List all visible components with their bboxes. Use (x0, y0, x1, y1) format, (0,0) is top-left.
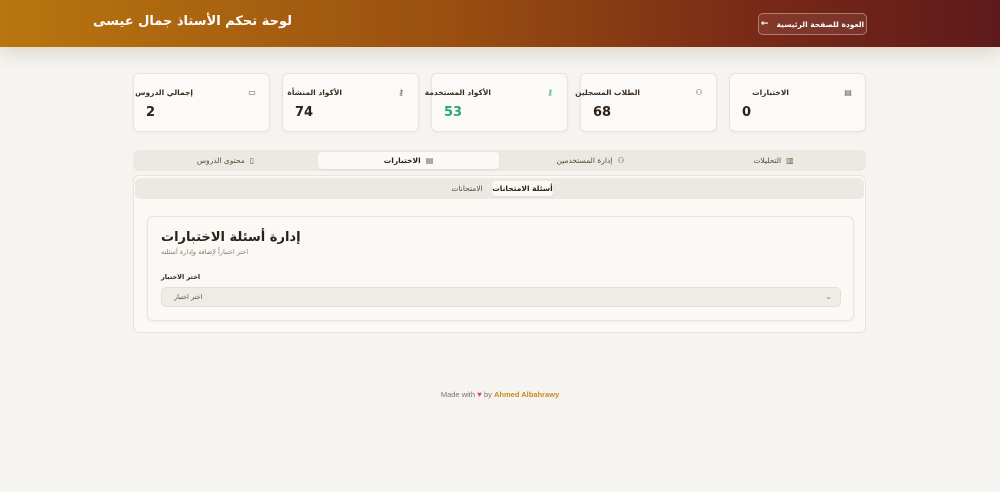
stat-label: إجمالي الدروس (135, 88, 193, 97)
main-tabs: ▥ التحليلات ⚇ إدارة المستخدمين ▤ الاختبا… (133, 150, 866, 171)
page-title: لوحة تحكم الأستاذ جمال عيسى (93, 14, 292, 29)
stat-card-used-codes: ⚷ الأكواد المستخدمة 53 (425, 73, 568, 132)
footer-by: by (483, 390, 492, 399)
stat-label: الاختبارات (752, 88, 789, 97)
stat-label: الأكواد المستخدمة (424, 88, 491, 97)
tab-label: الاختبارات (383, 156, 421, 165)
heart-icon: ♥ (477, 390, 482, 399)
tab-user-management[interactable]: ⚇ إدارة المستخدمين (500, 152, 681, 169)
quiz-select[interactable]: اختر اختبار ⌄ (161, 287, 841, 307)
book-icon: ▯ (249, 156, 255, 165)
stat-label: الطلاب المسجلين (575, 88, 640, 97)
footer-made-with: Made with (440, 390, 476, 399)
subtab-exams[interactable]: الامتحانات (443, 181, 491, 196)
clipboard-icon: ▤ (425, 156, 434, 165)
users-icon: ⚇ (695, 88, 703, 97)
quiz-select-label: اختر الاختبار (161, 273, 201, 281)
chevron-down-icon: ⌄ (825, 292, 832, 301)
stat-value: 53 (444, 105, 463, 120)
tab-label: إدارة المستخدمين (556, 156, 613, 165)
stat-label: الأكواد المنشأة (287, 88, 342, 97)
quizzes-panel: أسئلة الامتحانات الامتحانات إدارة أسئلة … (133, 175, 866, 333)
stat-card-created-codes: ⚷ الأكواد المنشأة 74 (282, 73, 419, 132)
tab-quizzes[interactable]: ▤ الاختبارات (318, 152, 499, 169)
sub-tabs: أسئلة الامتحانات الامتحانات (135, 178, 864, 199)
dashboard-header: لوحة تحكم الأستاذ جمال عيسى العودة للصفح… (0, 0, 1000, 47)
video-icon: ▭ (248, 88, 256, 97)
subtab-exam-questions[interactable]: أسئلة الامتحانات (492, 181, 553, 196)
tab-lesson-content[interactable]: ▯ محتوى الدروس (135, 152, 316, 169)
key-icon: ⚷ (398, 88, 404, 97)
stat-card-total-lessons: ▭ إجمالي الدروس 2 (133, 73, 270, 132)
key-icon: ⚷ (547, 88, 553, 97)
stat-value: 0 (742, 105, 752, 120)
stat-card-registered-students: ⚇ الطلاب المسجلين 68 (575, 73, 717, 132)
quiz-select-value: اختر اختبار (174, 293, 203, 301)
stats-row: ▤ الاختبارات 0 ⚇ الطلاب المسجلين 68 ⚷ ال… (133, 73, 866, 132)
stat-value: 2 (146, 105, 156, 120)
quiz-questions-card: إدارة أسئلة الاختبارات اختر اختباراً لإض… (147, 216, 854, 321)
arrow-left-icon: ← (760, 19, 769, 29)
footer: Made with ♥ by Ahmed Albahrawy (0, 390, 1000, 399)
stat-card-quizzes: ▤ الاختبارات 0 (729, 73, 866, 132)
chart-icon: ▥ (786, 156, 794, 165)
card-title: إدارة أسئلة الاختبارات (161, 230, 301, 245)
tab-analytics[interactable]: ▥ التحليلات (683, 152, 864, 169)
tab-label: محتوى الدروس (196, 156, 245, 165)
card-description: اختر اختباراً لإضافة وإدارة أسئلته (161, 248, 249, 256)
clipboard-icon: ▤ (844, 88, 852, 97)
stat-value: 68 (593, 105, 612, 120)
back-to-home-button[interactable]: العودة للصفحة الرئيسية ← (758, 13, 867, 35)
tab-label: التحليلات (753, 156, 782, 165)
stat-value: 74 (295, 105, 314, 120)
footer-author-link[interactable]: Ahmed Albahrawy (494, 390, 559, 399)
back-button-label: العودة للصفحة الرئيسية (776, 19, 865, 29)
users-icon: ⚇ (617, 156, 625, 165)
